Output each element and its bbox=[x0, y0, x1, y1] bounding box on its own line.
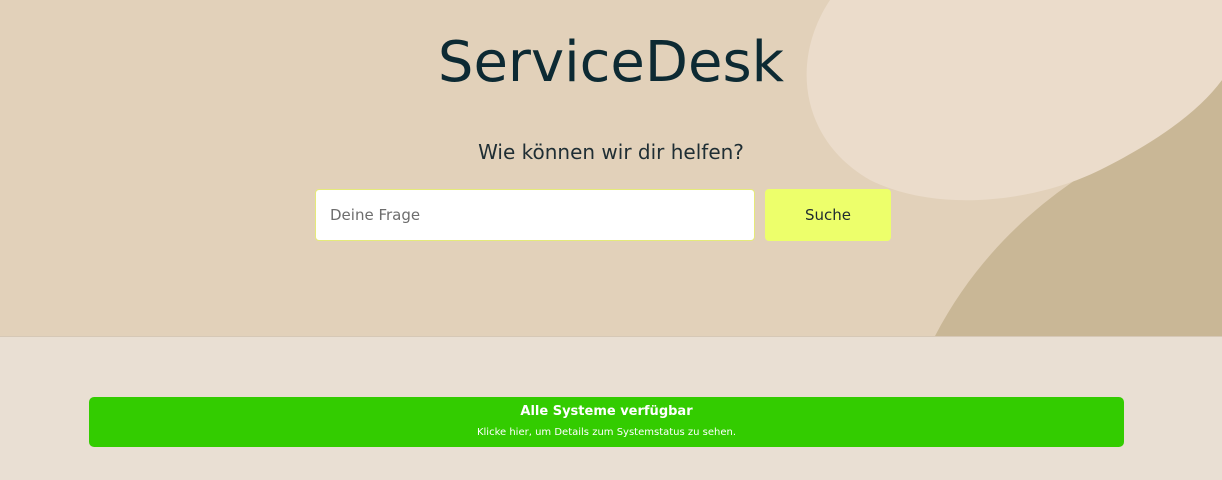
hero-section: ServiceDesk Wie können wir dir helfen? S… bbox=[0, 0, 1222, 337]
search-input[interactable] bbox=[315, 189, 755, 241]
status-subtitle: Klicke hier, um Details zum Systemstatus… bbox=[476, 427, 737, 438]
system-status-banner[interactable]: Alle Systeme verfügbar Klicke hier, um D… bbox=[89, 397, 1124, 447]
status-title: Alle Systeme verfügbar bbox=[520, 404, 693, 419]
page-title: ServiceDesk bbox=[437, 30, 785, 95]
page-subtitle: Wie können wir dir helfen? bbox=[478, 140, 744, 164]
search-button[interactable]: Suche bbox=[765, 189, 891, 241]
